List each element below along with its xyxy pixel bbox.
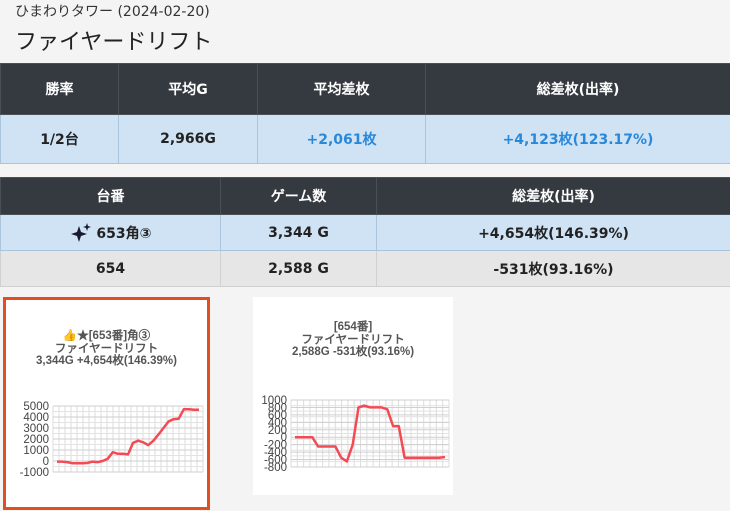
value-avg-diff: +2,061枚 <box>257 114 426 164</box>
y-tick-label: -1000 <box>20 467 49 479</box>
header-total-diff: 総差枚(出率) <box>425 63 730 115</box>
chart-654: 10008006004002000-200-400-600-800 <box>261 395 450 474</box>
summary-table: 勝率 平均G 平均差枚 総差枚(出率) 1/2台 2,966G +2,061枚 … <box>0 63 730 164</box>
y-tick-label: -800 <box>264 462 287 474</box>
unit-number-cell[interactable]: 653角③ <box>0 214 221 251</box>
value-win-rate: 1/2台 <box>0 114 119 164</box>
header-win-rate: 勝率 <box>0 63 119 115</box>
unit-games: 2,588 G <box>220 250 377 287</box>
store-date-label: ひまわりタワー (2024-02-20) <box>15 4 210 20</box>
header-avg-games: 平均G <box>118 63 258 115</box>
header-unit-total-diff: 総差枚(出率) <box>376 177 730 215</box>
sparkles-icon <box>70 222 97 242</box>
header-games: ゲーム数 <box>220 177 377 215</box>
unit-diff: +4,654枚(146.39%) <box>376 214 730 251</box>
unit-diff: -531枚(93.16%) <box>376 250 730 287</box>
unit-number[interactable]: 654 <box>0 250 221 287</box>
chart-653: 500040003000200010000-1000 <box>20 401 204 479</box>
machine-title: ファイヤードリフト <box>15 30 213 55</box>
unit-games: 3,344 G <box>220 214 377 251</box>
chart-card-653[interactable]: 👍★[653番]角③ ファイヤードリフト 3,344G +4,654枚(146.… <box>3 297 210 510</box>
table-row[interactable]: 653角③ 3,344 G +4,654枚(146.39%) <box>0 214 730 251</box>
unit-table: 台番 ゲーム数 総差枚(出率) 653角③ 3,344 G +4,654枚(14… <box>0 177 730 287</box>
chart-card-654[interactable]: [654番] ファイヤードリフト 2,588G -531枚(93.16%) 10… <box>253 297 453 495</box>
table-row[interactable]: 654 2,588 G -531枚(93.16%) <box>0 250 730 287</box>
unit-number: 653角③ <box>96 225 152 242</box>
header-unit-number: 台番 <box>0 177 221 215</box>
value-avg-games: 2,966G <box>118 114 258 164</box>
header-avg-diff: 平均差枚 <box>257 63 426 115</box>
value-total-diff: +4,123枚(123.17%) <box>425 114 730 164</box>
